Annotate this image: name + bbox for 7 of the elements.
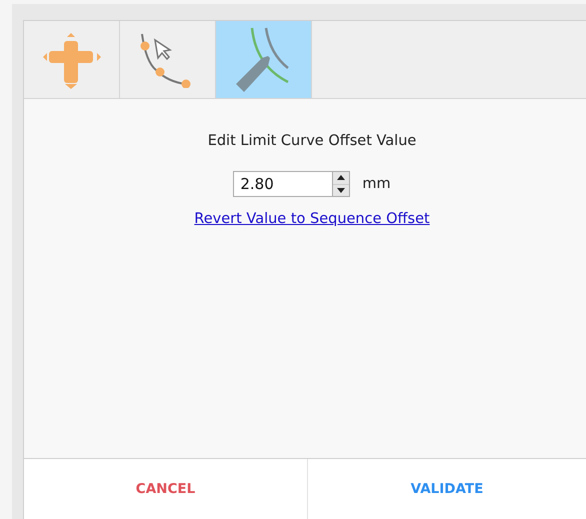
revert-link[interactable]: Revert Value to Sequence Offset xyxy=(194,211,430,227)
offset-field[interactable]: 2.80 xyxy=(233,171,332,197)
editor-title: Edit Limit Curve Offset Value xyxy=(208,133,416,149)
decrement-icon[interactable] xyxy=(333,184,350,196)
increment-icon[interactable] xyxy=(333,172,350,184)
unit-label: mm xyxy=(362,176,391,192)
tool-tab[interactable] xyxy=(216,21,312,98)
